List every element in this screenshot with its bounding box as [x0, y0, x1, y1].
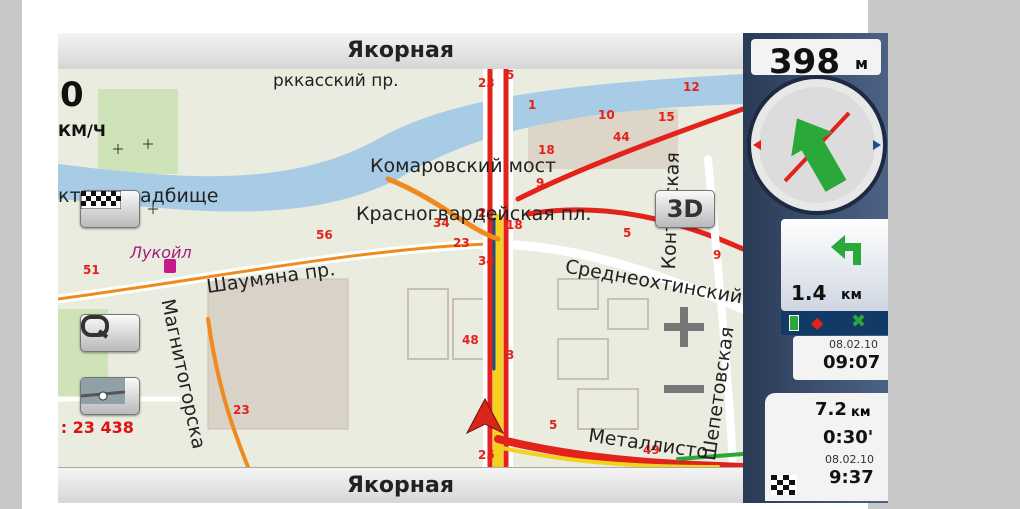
label-lukoil: Лукойл: [130, 243, 192, 262]
label-komarovsky-bridge: Комаровский мост: [370, 155, 557, 177]
map-scale: 1 : 23 438: [58, 418, 134, 437]
distance-to-maneuver-unit: м: [855, 54, 869, 73]
road-number-label: 3: [506, 348, 514, 362]
road-number-label: 23: [233, 403, 250, 417]
road-number-label: 44: [613, 130, 630, 144]
remaining-time: 0:30': [823, 427, 874, 448]
road-number-label: 23: [453, 236, 470, 250]
navigation-screen: Якорная 23 5 1 10 12 15 18 44 9 56 34 23…: [58, 33, 888, 503]
finish-flag-icon: [771, 475, 797, 495]
right-info-panel: 398 м 1.4 км ◆ ✖ 08.02.10 09:07 7.2 км 0…: [743, 33, 888, 503]
current-street-bottom: Якорная: [58, 467, 743, 503]
road-number-label: 23: [478, 76, 495, 90]
current-time: 09:07: [823, 352, 881, 373]
road-number-label: 5: [623, 226, 631, 240]
building-block: [207, 278, 349, 430]
next-turn-box[interactable]: 1.4 км: [781, 219, 888, 311]
current-date: 08.02.10: [829, 338, 878, 351]
zoom-out-icon[interactable]: [664, 385, 704, 393]
road-number-label: 25: [478, 448, 495, 462]
road-number-label: 9: [536, 176, 544, 190]
road-number-label: 1: [528, 98, 536, 112]
road-number-label: 56: [316, 228, 333, 242]
clock-box: 08.02.10 09:07: [793, 336, 888, 380]
next-turn-distance: 1.4: [791, 281, 827, 305]
speed-unit: КМ/Ч: [58, 121, 106, 140]
road-number-label: 15: [658, 110, 675, 124]
status-strip: ◆ ✖: [781, 311, 888, 335]
search-icon: [81, 315, 109, 339]
zoom-in-icon[interactable]: [664, 307, 704, 347]
route-view-button[interactable]: [80, 377, 140, 415]
road-number-label: 34: [478, 254, 495, 268]
search-button[interactable]: [80, 314, 140, 352]
speed-value: 0: [60, 75, 84, 115]
park-area: [98, 89, 178, 174]
distance-to-maneuver-box[interactable]: 398 м: [751, 39, 881, 82]
road-number-label: 9: [713, 248, 721, 262]
road-number-label: 10: [598, 108, 615, 122]
road-number-label: 12: [683, 80, 700, 94]
road-number-label: 5: [549, 418, 557, 432]
label-krasnogvardeyskaya: Красногвардейская пл.: [356, 203, 592, 225]
flag-button[interactable]: [80, 190, 140, 228]
road-number-label: 51: [83, 263, 100, 277]
route-summary-box[interactable]: 7.2 км 0:30' 08.02.10 9:37: [765, 393, 888, 501]
view-3d-button[interactable]: 3D: [655, 190, 715, 228]
car-icon: ◆: [811, 313, 824, 332]
route-view-icon: [81, 378, 125, 404]
arrival-date: 08.02.10: [825, 453, 874, 466]
road-number-label: 48: [462, 333, 479, 347]
battery-icon: [789, 315, 799, 331]
device-frame: Якорная 23 5 1 10 12 15 18 44 9 56 34 23…: [22, 0, 888, 509]
remaining-distance-unit: км: [851, 405, 871, 420]
turn-left-icon: [831, 235, 861, 265]
map-view[interactable]: 23 5 1 10 12 15 18 44 9 56 34 23 18 5 9 51 48 3 23 5 49 25 29 3…: [58, 69, 743, 467]
compass-icon[interactable]: [745, 73, 888, 217]
arrival-time: 9:37: [829, 467, 874, 488]
next-turn-distance-unit: км: [841, 287, 862, 303]
label-road-top: рккасский пр.: [273, 71, 399, 91]
remaining-distance-value: 7.2: [815, 399, 847, 420]
road-number-label: 5: [506, 69, 514, 82]
building-outlines: [407, 278, 649, 430]
current-street-top: Якорная: [58, 33, 743, 70]
flag-icon: [81, 191, 121, 209]
gps-icon: ✖: [851, 311, 867, 332]
